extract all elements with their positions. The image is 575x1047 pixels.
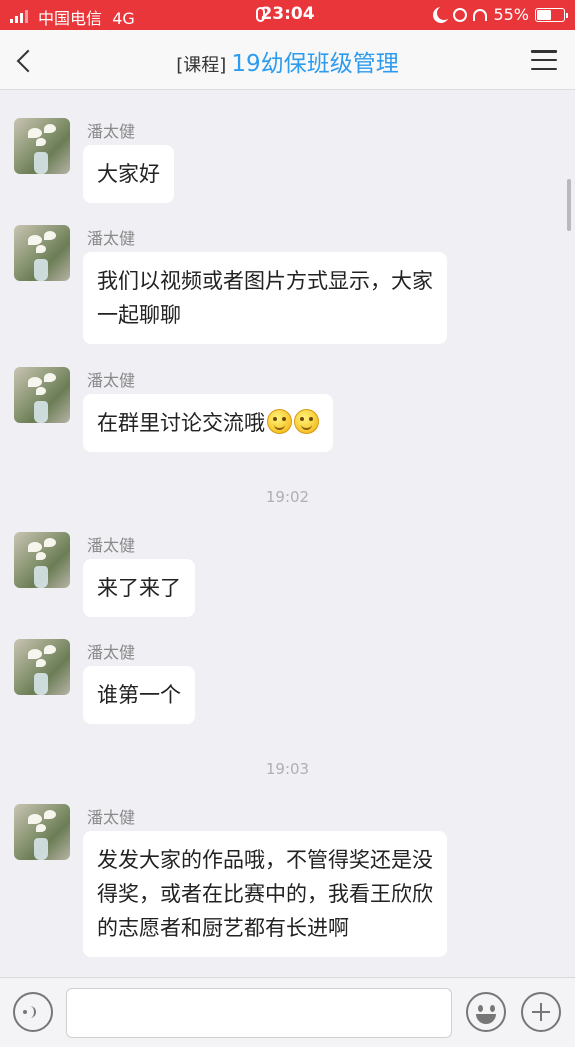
voice-input-button[interactable] bbox=[13, 992, 53, 1032]
sender-name: 潘太健 bbox=[87, 808, 136, 827]
avatar[interactable] bbox=[14, 367, 70, 423]
headphones-icon bbox=[473, 8, 488, 21]
message-line: 我们以视频或者图片方式显示，大家 bbox=[97, 269, 433, 293]
group-name: 19幼保班级管理 bbox=[231, 51, 399, 77]
menu-button[interactable] bbox=[531, 50, 557, 70]
message-line: 一起聊聊 bbox=[97, 303, 181, 327]
message-line: 发发大家的作品哦，不管得奖还是没 bbox=[97, 848, 433, 872]
message-text: 在群里讨论交流哦 bbox=[97, 411, 265, 435]
avatar[interactable] bbox=[14, 118, 70, 174]
message-bubble[interactable]: 大家好 bbox=[83, 145, 174, 203]
sender-name: 潘太健 bbox=[87, 371, 136, 390]
smile-emoji-icon bbox=[267, 409, 292, 434]
battery-percent: 55% bbox=[493, 5, 529, 24]
battery-icon bbox=[535, 7, 568, 22]
avatar[interactable] bbox=[14, 225, 70, 281]
sender-name: 潘太健 bbox=[87, 536, 136, 555]
chat-area[interactable]: 潘太健 大家好 潘太健 我们以视频或者图片方式显示，大家 一起聊聊 潘太健 在群… bbox=[0, 91, 575, 977]
moon-icon bbox=[437, 6, 451, 20]
status-bar: 中国电信 4G 23:04 55% bbox=[0, 0, 575, 30]
avatar[interactable] bbox=[14, 804, 70, 860]
smile-emoji-icon bbox=[294, 409, 319, 434]
message-line: 的志愿者和厨艺都有长进啊 bbox=[97, 916, 349, 940]
add-attachment-button[interactable] bbox=[521, 992, 561, 1032]
timestamp: 19:02 bbox=[265, 488, 310, 506]
sender-name: 潘太健 bbox=[87, 229, 136, 248]
message-line: 得奖，或者在比赛中的，我看王欣欣 bbox=[97, 882, 433, 906]
input-bar bbox=[0, 977, 575, 1047]
avatar[interactable] bbox=[14, 532, 70, 588]
title-tag: [课程] bbox=[176, 55, 227, 76]
page-title: [课程] 19幼保班级管理 bbox=[0, 44, 575, 78]
timestamp: 19:03 bbox=[265, 760, 310, 778]
emoji-button[interactable] bbox=[466, 992, 506, 1032]
scrollbar[interactable] bbox=[567, 179, 571, 231]
message-input[interactable] bbox=[66, 988, 452, 1038]
sender-name: 潘太健 bbox=[87, 122, 136, 141]
chat-header: [课程] 19幼保班级管理 bbox=[0, 30, 575, 90]
avatar[interactable] bbox=[14, 639, 70, 695]
sender-name: 潘太健 bbox=[87, 643, 136, 662]
message-bubble[interactable]: 谁第一个 bbox=[83, 666, 195, 724]
message-bubble[interactable]: 发发大家的作品哦，不管得奖还是没 得奖，或者在比赛中的，我看王欣欣 的志愿者和厨… bbox=[83, 831, 447, 957]
rotation-lock-icon bbox=[453, 7, 468, 22]
message-bubble[interactable]: 我们以视频或者图片方式显示，大家 一起聊聊 bbox=[83, 252, 447, 344]
message-bubble[interactable]: 在群里讨论交流哦 bbox=[83, 394, 333, 452]
message-bubble[interactable]: 来了来了 bbox=[83, 559, 195, 617]
